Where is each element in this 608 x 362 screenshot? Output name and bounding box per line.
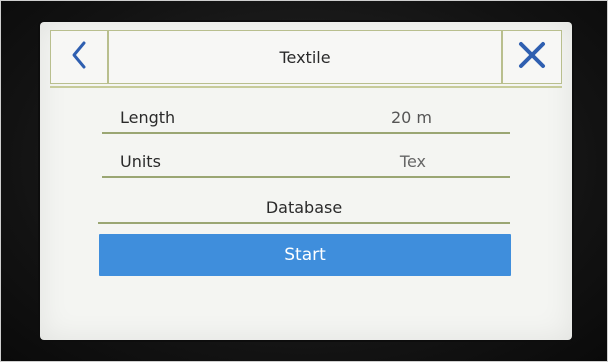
length-label: Length [120, 108, 176, 127]
units-value: Tex [399, 152, 426, 171]
device-frame: Textile Length 20 m Units Tex Database S… [0, 0, 608, 362]
units-label: Units [120, 152, 161, 171]
header-bar: Textile [50, 30, 562, 84]
header-divider-bottom [50, 86, 562, 88]
page-title: Textile [279, 47, 331, 67]
chevron-left-icon [68, 39, 90, 75]
back-button[interactable] [51, 31, 107, 83]
close-button[interactable] [503, 31, 561, 83]
touch-screen: Textile Length 20 m Units Tex Database S… [40, 22, 572, 340]
database-label: Database [265, 198, 343, 217]
start-button[interactable]: Start [99, 234, 511, 276]
database-button[interactable]: Database [98, 190, 510, 224]
length-field[interactable]: Length 20 m [102, 100, 510, 134]
units-field[interactable]: Units Tex [102, 144, 510, 178]
close-icon [517, 40, 547, 74]
length-value: 20 m [390, 108, 432, 127]
